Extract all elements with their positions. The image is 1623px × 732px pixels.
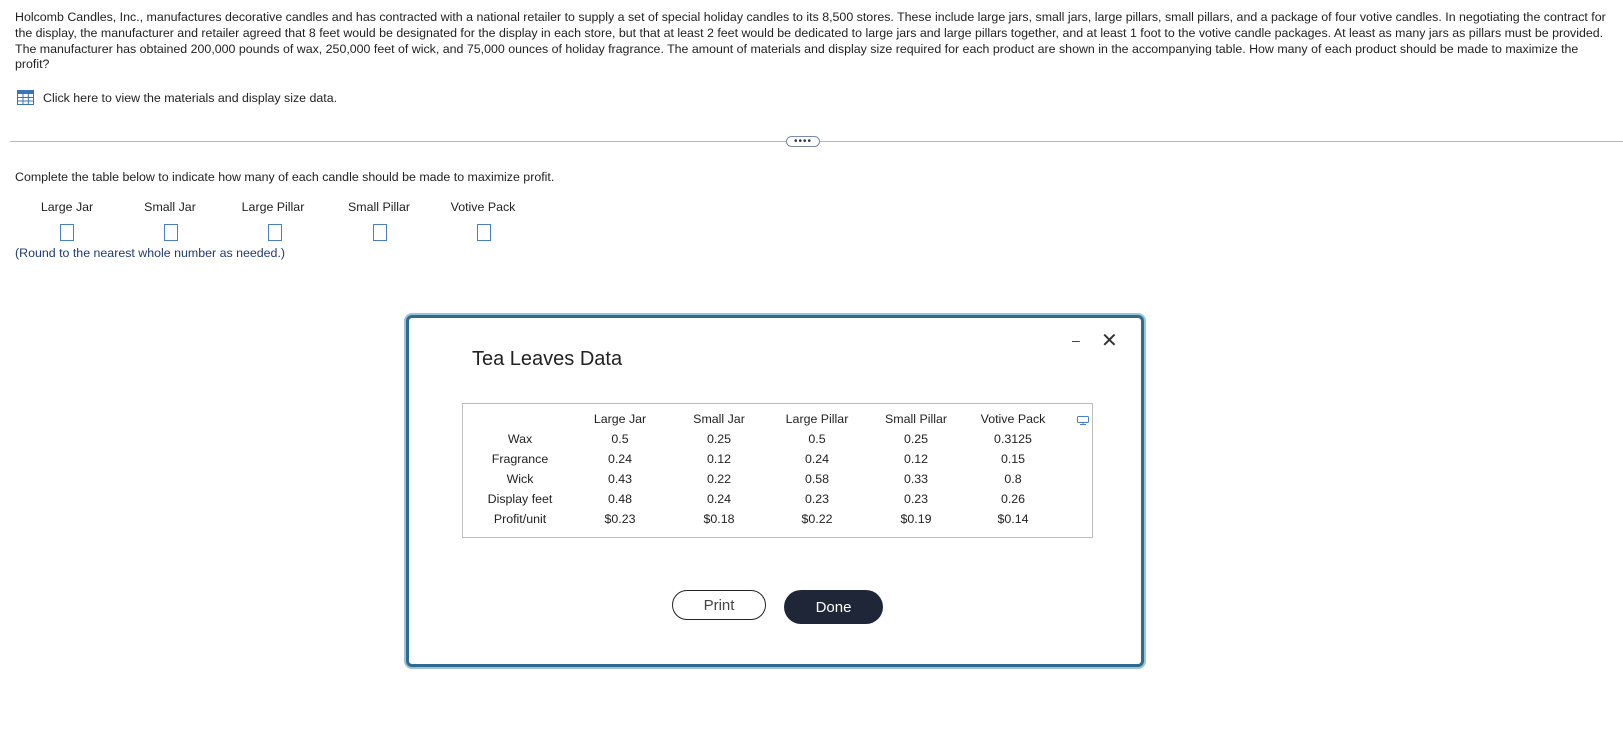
view-data-link[interactable]: Click here to view the materials and dis…	[17, 90, 337, 105]
table-cell: 0.24	[607, 452, 633, 466]
table-cell: 0.5	[808, 432, 826, 446]
table-icon	[17, 90, 34, 105]
table-cell: 0.5	[611, 432, 629, 446]
row-label: Fragrance	[491, 452, 549, 466]
table-cell: 0.58	[804, 472, 830, 486]
answer-input-votive-pack[interactable]	[477, 224, 491, 241]
minimize-icon[interactable]: –	[1072, 332, 1080, 348]
answer-input-small-pillar[interactable]	[373, 224, 387, 241]
table-cell: $0.23	[604, 512, 636, 526]
table-cell: $0.19	[900, 512, 932, 526]
table-cell: 0.22	[706, 472, 732, 486]
table-cell: 0.23	[804, 492, 830, 506]
print-button[interactable]: Print	[672, 590, 766, 620]
data-modal: Tea Leaves Data – ✕ Large Jar Small Jar …	[406, 315, 1144, 667]
table-cell: 0.43	[607, 472, 633, 486]
rounding-note: (Round to the nearest whole number as ne…	[15, 246, 286, 260]
answer-input-large-jar[interactable]	[60, 224, 74, 241]
table-cell: 0.8	[1004, 472, 1022, 486]
table-cell: 0.24	[706, 492, 732, 506]
answer-header-votive-pack: Votive Pack	[450, 200, 516, 214]
table-cell: 0.3125	[994, 432, 1032, 446]
table-cell: $0.18	[703, 512, 735, 526]
table-cell: 0.23	[903, 492, 929, 506]
row-label: Profit/unit	[493, 512, 547, 526]
copy-icon[interactable]	[1077, 416, 1089, 426]
answer-input-large-pillar[interactable]	[268, 224, 282, 241]
table-cell: $0.14	[997, 512, 1029, 526]
table-cell: 0.48	[607, 492, 633, 506]
done-button[interactable]: Done	[784, 590, 883, 624]
answer-table-header: Large Jar Small Jar Large Pillar Small P…	[0, 200, 600, 220]
row-label: Display feet	[487, 492, 553, 506]
table-cell: 0.12	[903, 452, 929, 466]
problem-statement: Holcomb Candles, Inc., manufactures deco…	[15, 10, 1606, 72]
row-label: Wick	[506, 472, 534, 486]
view-data-link-label[interactable]: Click here to view the materials and dis…	[43, 91, 337, 105]
table-cell: 0.33	[903, 472, 929, 486]
answer-header-small-jar: Small Jar	[144, 200, 196, 214]
table-cell: 0.24	[804, 452, 830, 466]
row-label: Wax	[507, 432, 533, 446]
answer-input-small-jar[interactable]	[164, 224, 178, 241]
table-cell: 0.25	[903, 432, 929, 446]
expand-ellipsis-button[interactable]: ••••	[786, 136, 820, 147]
answer-header-large-jar: Large Jar	[40, 200, 94, 214]
col-header-small-pillar: Small Pillar	[885, 412, 947, 426]
answer-header-large-pillar: Large Pillar	[241, 200, 305, 214]
table-cell: $0.22	[801, 512, 833, 526]
instruction-text: Complete the table below to indicate how…	[15, 170, 555, 184]
table-cell: 0.25	[706, 432, 732, 446]
col-header-large-pillar: Large Pillar	[785, 412, 849, 426]
col-header-large-jar: Large Jar	[593, 412, 647, 426]
table-cell: 0.15	[1000, 452, 1026, 466]
col-header-votive-pack: Votive Pack	[980, 412, 1046, 426]
close-icon[interactable]: ✕	[1101, 328, 1118, 353]
answer-header-small-pillar: Small Pillar	[348, 200, 410, 214]
materials-data-table: Large Jar Small Jar Large Pillar Small P…	[462, 403, 1093, 538]
modal-title: Tea Leaves Data	[472, 348, 623, 370]
table-cell: 0.26	[1000, 492, 1026, 506]
col-header-small-jar: Small Jar	[693, 412, 745, 426]
table-cell: 0.12	[706, 452, 732, 466]
